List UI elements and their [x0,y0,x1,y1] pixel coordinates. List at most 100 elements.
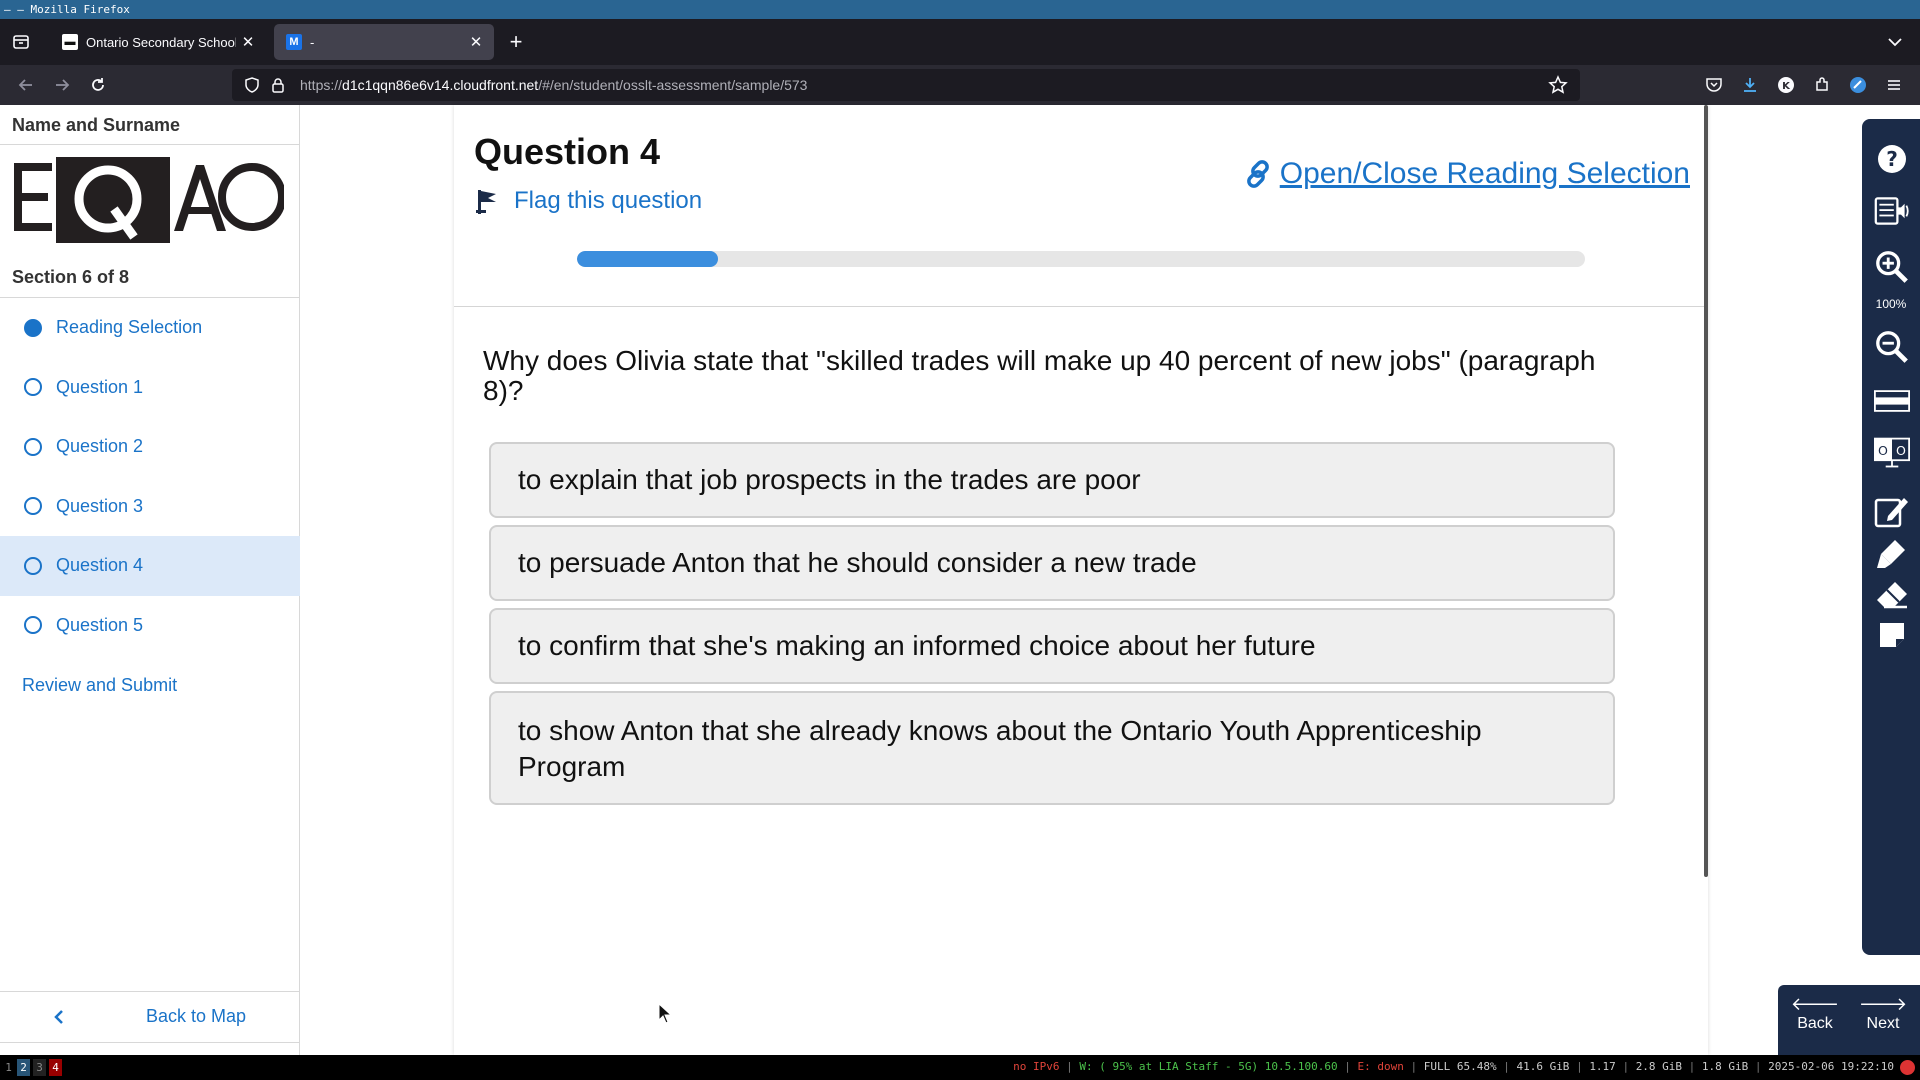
url-bar[interactable]: https://d1c1qqn86e6v14.cloudfront.net/#/… [232,69,1580,101]
tab-list-icon[interactable] [10,31,32,53]
empty-circle-icon [24,556,42,575]
workspace-1[interactable]: 1 [2,1059,15,1076]
back-arrow-icon[interactable] [14,73,38,97]
ethernet-status: E: down [1357,1060,1404,1073]
page-viewport: Name and Surname Section 6 of 8 Reading … [0,105,1920,1055]
text-to-speech-icon[interactable] [1874,193,1910,229]
next-button[interactable]: 🡒 Next [1852,993,1914,1049]
hamburger-menu-icon[interactable] [1884,75,1904,95]
flag-question-button[interactable]: Flag this question [476,187,702,215]
nav-item-label: Question 5 [56,614,144,635]
progress-bar [577,251,1585,267]
lock-icon[interactable] [268,75,288,95]
answer-option-b[interactable]: to persuade Anton that he should conside… [489,525,1615,601]
next-label: Next [1866,1015,1900,1032]
flag-label: Flag this question [514,187,703,214]
answer-option-c[interactable]: to confirm that she's making an informed… [489,608,1615,684]
ipv6-status: no IPv6 [1013,1060,1060,1073]
empty-circle-icon [24,378,42,397]
close-tab-icon[interactable]: ✕ [236,30,260,54]
nav-item-label: Question 2 [56,436,144,457]
answer-option-a[interactable]: to explain that job prospects in the tra… [489,442,1615,518]
sidebar: Name and Surname Section 6 of 8 Reading … [0,105,300,1055]
eqao-logo [14,157,286,243]
open-close-reading-button[interactable]: Open/Close Reading Selection [1242,157,1690,191]
tab-active[interactable]: M - ✕ [274,24,494,60]
nav-item-label: Question 1 [56,376,144,397]
extensions-icon[interactable] [1812,75,1832,95]
zoom-out-icon[interactable] [1874,329,1910,365]
reload-icon[interactable] [86,73,110,97]
empty-circle-icon [24,497,42,516]
new-tab-icon[interactable]: + [504,31,528,55]
workspace-2[interactable]: 2 [17,1059,30,1076]
answer-option-d[interactable]: to show Anton that she already knows abo… [489,691,1615,805]
disk-status: 41.6 GiB [1516,1060,1570,1073]
svg-text:O: O [1896,443,1906,458]
nav-item-reading-selection[interactable]: Reading Selection [0,298,300,358]
url-path: /#/en/student/osslt-assessment/sample/57… [538,77,808,93]
nav-item-question-2[interactable]: Question 2 [0,417,300,477]
empty-circle-icon [24,437,42,456]
nav-item-question-1[interactable]: Question 1 [0,358,300,418]
section-label: Section 6 of 8 [12,267,130,287]
student-name: Name and Surname [0,105,299,145]
nav-item-question-3[interactable]: Question 3 [0,477,300,537]
highlighter-icon[interactable] [1874,535,1910,571]
back-to-map-button[interactable]: Back to Map [0,991,300,1043]
close-tab-icon[interactable]: ✕ [464,30,488,54]
help-icon[interactable]: ? [1874,141,1910,177]
url-prefix: https:// [300,77,343,93]
question-panel: Question 4 Flag this question Open/Close… [454,105,1708,1055]
eraser-icon[interactable] [1874,577,1910,613]
review-and-submit-link[interactable]: Review and Submit [22,675,177,696]
zoom-in-icon[interactable] [1874,249,1910,285]
tab-title: Ontario Secondary School [86,34,236,50]
forward-arrow-icon[interactable] [50,73,74,97]
line-reader-icon[interactable] [1874,383,1910,419]
battery-status: FULL 65.48% [1423,1060,1497,1073]
account-icon[interactable]: K [1776,75,1796,95]
nav-toolbar: https://d1c1qqn86e6v14.cloudfront.net/#/… [0,65,1920,105]
back-button[interactable]: 🡐 Back [1784,993,1846,1049]
tab-title: - [310,34,315,50]
downloads-icon[interactable] [1740,75,1760,95]
tray-status-icon[interactable] [1900,1060,1915,1075]
status-bar: 1 2 3 4 no IPv6 | W: ( 95% at LIA Staff … [0,1055,1920,1080]
reading-toggle-label: Open/Close Reading Selection [1279,157,1690,190]
question-title: Question 4 [474,131,661,172]
arrow-right-icon: 🡒 [1858,994,1908,1014]
datetime: 2025-02-06 19:22:10 [1768,1060,1894,1073]
zoom-level: 100% [1875,297,1907,311]
nav-item-question-4[interactable]: Question 4 [0,536,300,596]
url-text[interactable]: https://d1c1qqn86e6v14.cloudfront.net/#/… [300,77,807,93]
chevron-down-icon[interactable] [1884,31,1906,53]
accessibility-toolbar: ? 100% OO [1862,119,1920,955]
mouse-cursor-icon [658,1002,673,1025]
workspace-3[interactable]: 3 [33,1059,46,1076]
pocket-icon[interactable] [1704,75,1724,95]
colour-contrast-icon[interactable]: OO [1874,435,1910,471]
memory-used: 2.8 GiB [1635,1060,1683,1073]
back-to-map-label: Back to Map [146,1006,247,1026]
chevron-left-icon [52,1008,66,1026]
workspace-4[interactable]: 4 [49,1059,62,1076]
ossl-favicon-icon: ▬ [62,34,78,50]
extension-badge-icon[interactable] [1848,75,1868,95]
bookmark-star-icon[interactable] [1548,75,1568,95]
m-favicon-icon: M [286,34,302,50]
notepad-icon[interactable] [1874,493,1910,529]
completed-circle-icon [24,318,42,337]
nav-item-label: Reading Selection [56,317,203,338]
memory-available: 1.8 GiB [1701,1060,1749,1073]
answer-options: to explain that job prospects in the tra… [489,442,1615,812]
sticky-note-icon[interactable] [1874,617,1910,653]
empty-circle-icon [24,616,42,635]
url-host: d1c1qqn86e6v14.cloudfront.net [342,77,539,93]
shield-icon[interactable] [242,75,262,95]
tab-ontario[interactable]: ▬ Ontario Secondary School ✕ [50,24,266,60]
scrollbar[interactable] [1704,105,1708,877]
back-label: Back [1797,1015,1833,1032]
nav-item-question-5[interactable]: Question 5 [0,596,300,656]
window-title: – — Mozilla Firefox [0,0,1920,19]
